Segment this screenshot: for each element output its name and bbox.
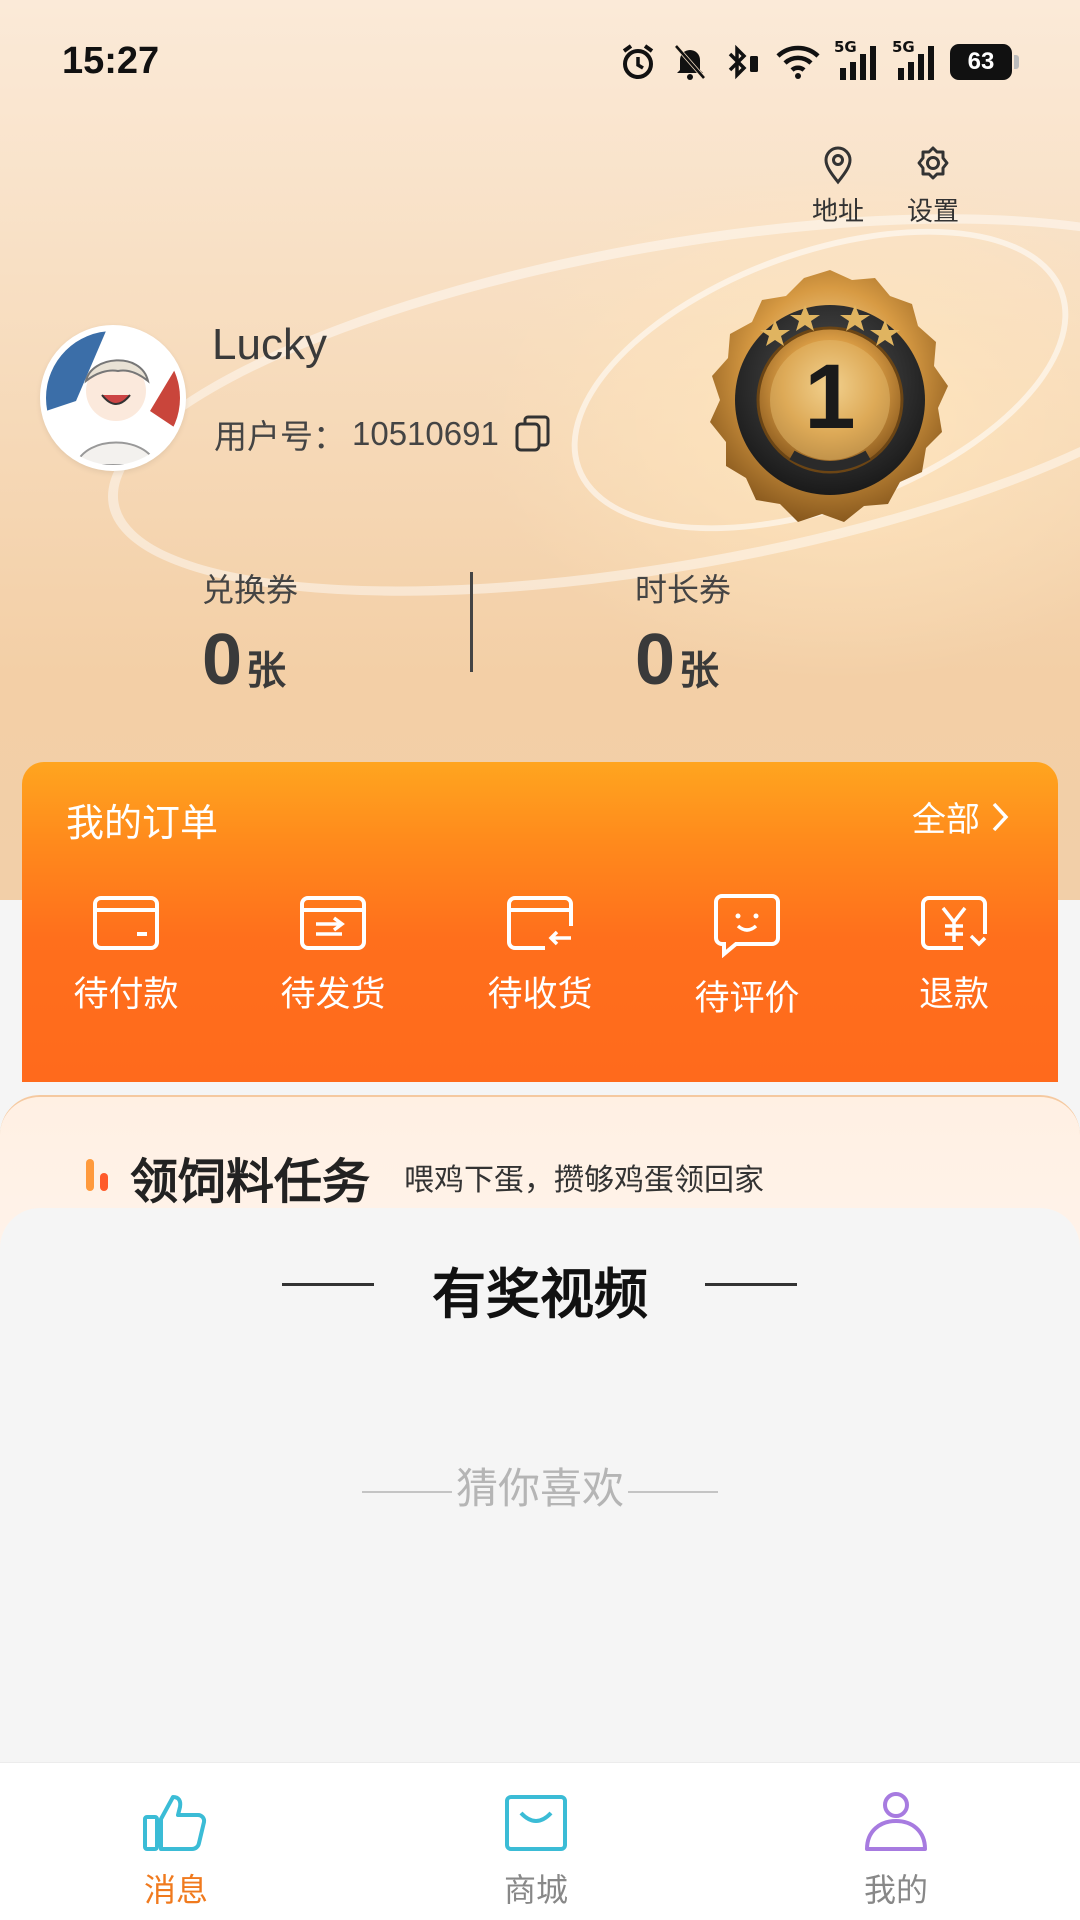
guess-line-left [361, 1490, 452, 1493]
guess-line-right [628, 1490, 718, 1493]
order-label: 待评价 [694, 979, 800, 1019]
wifi-icon [776, 45, 820, 79]
section-bars-icon [86, 1159, 108, 1191]
order-label: 待付款 [73, 975, 179, 1015]
tab-messages[interactable]: 消息 [96, 1791, 256, 1911]
order-pending-payment[interactable]: 待付款 [46, 892, 206, 1017]
tab-label: 我的 [863, 1871, 928, 1909]
refund-yen-icon [921, 896, 987, 950]
stat-label: 兑换券 [202, 571, 299, 609]
cell-signal-1: 5G [834, 38, 878, 82]
thumbs-up-icon [143, 1795, 207, 1852]
address-button[interactable]: 地址 [798, 145, 878, 228]
comment-smile-icon [714, 894, 780, 958]
tab-mall[interactable]: 商城 [456, 1791, 616, 1911]
stat-unit: 张 [246, 648, 287, 694]
title-divider-right [705, 1283, 797, 1286]
user-id-row: 用户号： 10510691 [214, 410, 553, 458]
bluetooth-icon [728, 44, 758, 80]
guess-you-like-heading: 猜你喜欢 [0, 1455, 1080, 1516]
avatar[interactable] [40, 325, 186, 471]
order-refund[interactable]: 退款 [874, 892, 1034, 1017]
gear-icon [917, 146, 949, 180]
bottom-tab-bar: 消息 商城 我的 [0, 1762, 1080, 1920]
tab-label: 商城 [503, 1871, 568, 1909]
mute-bell-icon [674, 44, 706, 80]
guess-title: 猜你喜欢 [455, 1464, 624, 1513]
settings-button[interactable]: 设置 [893, 145, 973, 228]
stat-number: 0 [635, 620, 676, 700]
signal-bars-icon [840, 46, 876, 80]
order-pending-shipment[interactable]: 待发货 [253, 892, 413, 1017]
order-pending-receipt[interactable]: 待收货 [460, 892, 620, 1017]
chevron-right-icon [992, 802, 1009, 831]
stat-number: 0 [202, 620, 243, 700]
stat-value: 0张 [202, 619, 298, 701]
order-label: 待发货 [280, 975, 386, 1015]
my-orders-panel: 我的订单 全部 待付款 待发货 待收货 待评价 退款 [22, 762, 1058, 1082]
task-subtitle: 喂鸡下蛋，攒够鸡蛋领回家 [404, 1163, 764, 1198]
tab-mine[interactable]: 我的 [816, 1791, 976, 1911]
order-label: 待收货 [487, 975, 593, 1015]
status-time: 15:27 [62, 40, 160, 82]
signal-bars-icon [898, 46, 934, 80]
reward-video-title: 有奖视频 [432, 1263, 648, 1326]
order-pending-review[interactable]: 待评价 [667, 892, 827, 1021]
alarm-icon [622, 44, 654, 79]
stat-value: 0张 [635, 619, 731, 701]
location-pin-icon [824, 146, 852, 185]
status-bar: 15:27 5G 5G 63 [0, 0, 1080, 125]
tab-label: 消息 [143, 1871, 208, 1909]
receive-card-icon [507, 896, 573, 950]
user-id-label: 用户号： [214, 417, 346, 456]
status-icons: 5G 5G 63 [618, 38, 1019, 82]
stat-label: 时长券 [635, 571, 732, 609]
avatar-image [46, 331, 180, 465]
ship-box-icon [300, 896, 366, 950]
view-all-label: 全部 [912, 800, 980, 840]
rank-medal: 1 [710, 270, 948, 522]
duration-coupon-stat[interactable]: 时长券 0张 [635, 565, 731, 701]
user-id-value: 10510691 [352, 415, 499, 452]
copy-icon[interactable] [513, 414, 553, 454]
orders-title: 我的订单 [66, 801, 219, 845]
username: Lucky [212, 320, 327, 369]
address-label: 地址 [811, 197, 864, 227]
order-label: 退款 [918, 975, 989, 1015]
cell-signal-2: 5G [892, 38, 936, 82]
medal-rank-number: 1 [804, 346, 855, 448]
shopping-bag-icon [505, 1795, 567, 1851]
settings-label: 设置 [906, 197, 959, 227]
stat-divider [470, 572, 473, 672]
stat-unit: 张 [679, 648, 720, 694]
orders-view-all[interactable]: 全部 [912, 792, 1010, 841]
task-title: 领饲料任务 [130, 1154, 371, 1210]
wallet-icon [93, 896, 159, 950]
user-icon [865, 1792, 927, 1851]
battery-indicator: 63 [950, 44, 1019, 80]
exchange-coupon-stat[interactable]: 兑换券 0张 [202, 565, 298, 701]
